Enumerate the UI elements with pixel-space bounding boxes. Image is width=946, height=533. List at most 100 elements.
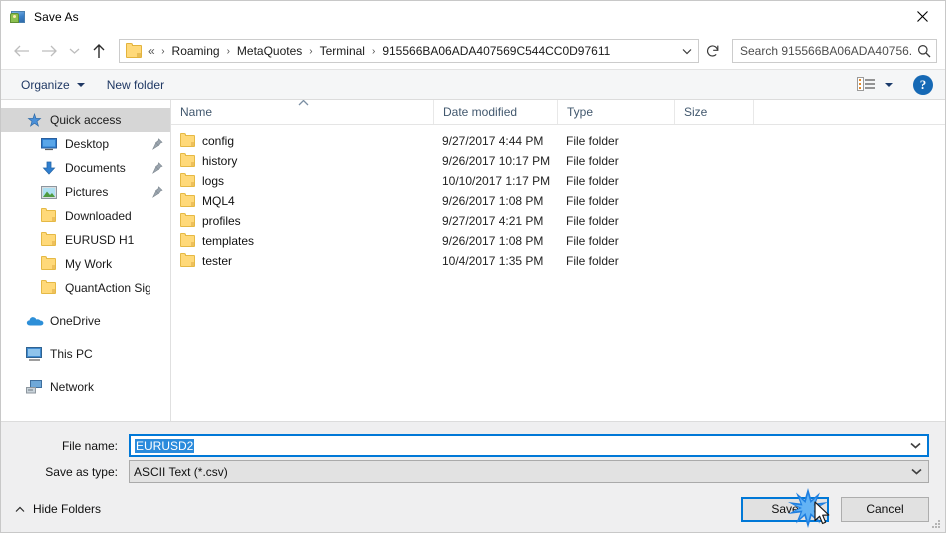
sidebar-item-label: Documents bbox=[65, 161, 126, 175]
change-view-button[interactable] bbox=[853, 73, 897, 97]
table-row[interactable]: config 9/27/2017 4:44 PM File folder bbox=[171, 131, 945, 151]
folder-icon bbox=[126, 42, 142, 58]
file-name-label: templates bbox=[202, 234, 255, 248]
file-name-chevron-down-icon[interactable] bbox=[903, 442, 927, 449]
quick-access-star-icon bbox=[26, 112, 44, 128]
save-as-type-chevron-down-icon[interactable] bbox=[904, 468, 928, 475]
file-type-cell: File folder bbox=[566, 214, 619, 228]
file-type-cell: File folder bbox=[566, 154, 619, 168]
column-header-size[interactable]: Size bbox=[674, 100, 754, 124]
sidebar-item-this-pc[interactable]: This PC bbox=[1, 342, 170, 366]
address-bar[interactable]: « › Roaming › MetaQuotes › Terminal › 91… bbox=[119, 39, 699, 63]
file-name-cell: config bbox=[171, 131, 433, 151]
recent-locations-chevron-icon[interactable] bbox=[63, 38, 85, 64]
table-row[interactable]: profiles 9/27/2017 4:21 PM File folder bbox=[171, 211, 945, 231]
column-header-name-label: Name bbox=[180, 105, 213, 119]
onedrive-cloud-icon bbox=[26, 313, 44, 329]
search-icon bbox=[912, 44, 936, 58]
sidebar-item-my-work[interactable]: My Work bbox=[1, 252, 170, 276]
help-button[interactable]: ? bbox=[913, 74, 933, 95]
sidebar-item-eurusd-h1[interactable]: EURUSD H1 bbox=[1, 228, 170, 252]
sidebar-item-quantaction-signal[interactable]: QuantAction Signal bbox=[1, 276, 170, 300]
file-type-cell: File folder bbox=[566, 174, 619, 188]
column-header-name[interactable]: Name bbox=[171, 100, 433, 124]
file-name-cell: history bbox=[171, 151, 433, 171]
file-type-cell: File folder bbox=[566, 254, 619, 268]
organize-button[interactable]: Organize bbox=[15, 73, 91, 96]
pin-icon[interactable] bbox=[150, 138, 164, 150]
file-size-cell bbox=[674, 191, 754, 211]
window-title: Save As bbox=[34, 10, 79, 24]
folder-icon bbox=[41, 280, 59, 296]
hide-folders-button[interactable]: Hide Folders bbox=[15, 502, 101, 516]
file-date-cell: 10/4/2017 1:35 PM bbox=[442, 254, 544, 268]
breadcrumb-separator: › bbox=[226, 45, 230, 57]
save-button[interactable]: Save bbox=[741, 496, 829, 522]
file-rows: config 9/27/2017 4:44 PM File folder his… bbox=[171, 125, 945, 421]
column-header-type[interactable]: Type bbox=[557, 100, 674, 124]
sidebar-item-label: EURUSD H1 bbox=[65, 233, 135, 247]
sidebar-item-downloaded[interactable]: Downloaded bbox=[1, 204, 170, 228]
file-date-cell: 9/27/2017 4:21 PM bbox=[442, 214, 544, 228]
file-name-label: history bbox=[202, 154, 238, 168]
folder-icon bbox=[41, 208, 59, 224]
title-bar: Save As bbox=[1, 1, 945, 33]
column-header-type-label: Type bbox=[567, 105, 594, 119]
sidebar-item-desktop[interactable]: Desktop bbox=[1, 132, 170, 156]
file-type-cell: File folder bbox=[566, 234, 619, 248]
save-as-type-select[interactable]: ASCII Text (*.csv) bbox=[129, 460, 929, 483]
breadcrumb-item-current-folder[interactable]: 915566BA06ADA407569C544CC0D97611 bbox=[381, 44, 611, 58]
folder-icon bbox=[180, 153, 195, 167]
folder-icon bbox=[180, 213, 195, 227]
file-name-label: File name: bbox=[61, 438, 118, 453]
cancel-button[interactable]: Cancel bbox=[841, 496, 929, 522]
sidebar-item-label: Pictures bbox=[65, 185, 109, 199]
refresh-icon[interactable] bbox=[701, 39, 725, 63]
breadcrumb-item-terminal[interactable]: Terminal bbox=[319, 44, 366, 58]
folder-icon bbox=[180, 173, 195, 187]
sidebar-item-documents[interactable]: Documents bbox=[1, 156, 170, 180]
sidebar-item-network[interactable]: Network bbox=[1, 375, 170, 399]
sidebar-item-pictures[interactable]: Pictures bbox=[1, 180, 170, 204]
column-header-date-modified[interactable]: Date modified bbox=[433, 100, 557, 124]
close-icon[interactable] bbox=[899, 1, 945, 32]
up-arrow-icon[interactable] bbox=[85, 38, 113, 64]
column-header-row: Name Date modified Type Size bbox=[171, 100, 945, 125]
table-row[interactable]: history 9/26/2017 10:17 PM File folder bbox=[171, 151, 945, 171]
column-header-date-label: Date modified bbox=[443, 105, 518, 119]
back-arrow-icon[interactable] bbox=[7, 38, 35, 64]
resize-grip[interactable] bbox=[930, 518, 942, 530]
file-name-cell: templates bbox=[171, 231, 433, 251]
pin-icon[interactable] bbox=[150, 186, 164, 198]
search-input[interactable]: Search 915566BA06ADA40756... bbox=[732, 39, 937, 63]
sidebar-item-onedrive[interactable]: OneDrive bbox=[1, 309, 170, 333]
file-date-cell: 9/26/2017 1:08 PM bbox=[442, 234, 544, 248]
sidebar-item-quick-access[interactable]: Quick access bbox=[1, 108, 170, 132]
sort-ascending-caret-icon bbox=[298, 100, 309, 106]
sidebar-item-label: Desktop bbox=[65, 137, 110, 151]
file-name-label: tester bbox=[202, 254, 233, 268]
sidebar-item-label: Downloaded bbox=[65, 209, 132, 223]
table-row[interactable]: logs 10/10/2017 1:17 PM File folder bbox=[171, 171, 945, 191]
chevron-down-icon bbox=[76, 82, 85, 87]
new-folder-button[interactable]: New folder bbox=[101, 73, 170, 96]
address-dropdown-chevron-icon[interactable] bbox=[676, 40, 698, 62]
chevron-up-icon bbox=[15, 506, 25, 513]
breadcrumb-separator: › bbox=[371, 45, 376, 57]
breadcrumb-overflow[interactable]: « bbox=[147, 44, 155, 58]
file-name-value: EURUSD2 bbox=[131, 438, 903, 453]
table-row[interactable]: MQL4 9/26/2017 1:08 PM File folder bbox=[171, 191, 945, 211]
navigation-sidebar: Quick access Desktop Documents Pictures … bbox=[1, 100, 171, 421]
table-row[interactable]: tester 10/4/2017 1:35 PM File folder bbox=[171, 251, 945, 271]
breadcrumb-separator: › bbox=[309, 45, 313, 57]
breadcrumb-separator: › bbox=[161, 45, 165, 57]
file-name-label: config bbox=[202, 134, 235, 148]
file-name-input[interactable]: EURUSD2 bbox=[129, 434, 929, 457]
pin-icon[interactable] bbox=[150, 162, 164, 174]
file-name-selected-text: EURUSD2 bbox=[135, 438, 195, 453]
forward-arrow-icon[interactable] bbox=[35, 38, 63, 64]
breadcrumb-item-metaquotes[interactable]: MetaQuotes bbox=[236, 44, 303, 58]
file-name-row: File name: EURUSD2 bbox=[17, 434, 929, 457]
table-row[interactable]: templates 9/26/2017 1:08 PM File folder bbox=[171, 231, 945, 251]
breadcrumb-item-roaming[interactable]: Roaming bbox=[171, 44, 221, 58]
